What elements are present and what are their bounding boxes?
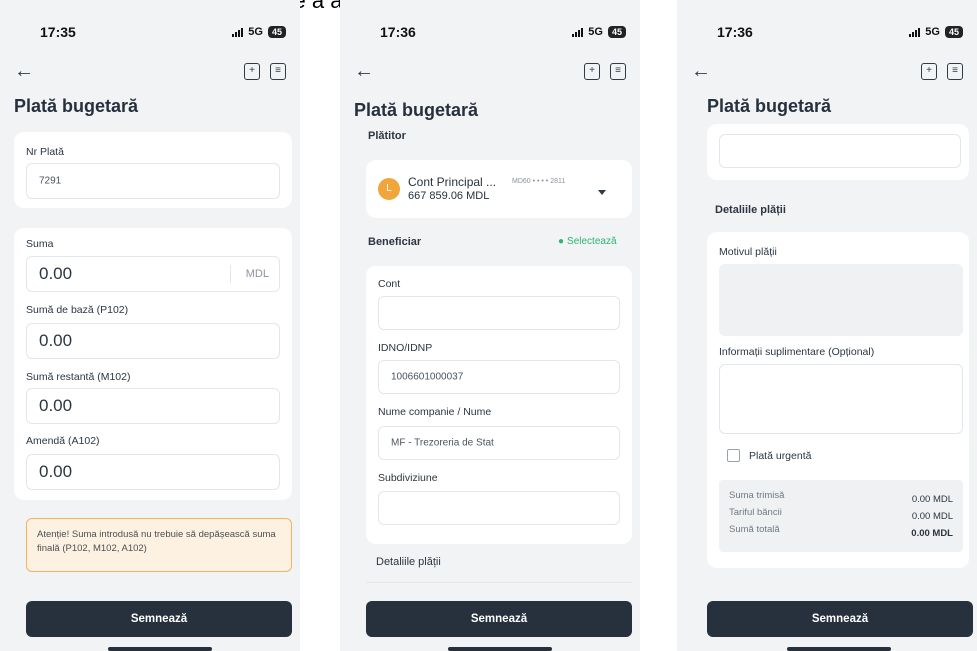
suma-input[interactable]: 0.00 MDL (26, 256, 280, 292)
idno-label: IDNO/IDNP (378, 342, 433, 354)
person-icon: ● (558, 236, 565, 247)
summary-value: 0.00 MDL (911, 528, 953, 539)
summary-label: Tariful băncii (729, 507, 782, 518)
info-label: Informații suplimentare (Opțional) (719, 346, 875, 358)
phone-screen-parties: 17:36 5G 45 ← + ≡ Plată bugetară Plătito… (340, 0, 640, 651)
m102-label: Sumă restantă (M102) (26, 371, 131, 383)
status-time: 17:36 (717, 24, 753, 40)
urgent-label: Plată urgentă (749, 450, 812, 462)
detalii-label: Detaliile plății (376, 556, 441, 568)
status-time: 17:35 (40, 24, 76, 40)
account-name: Cont Principal ... (408, 175, 497, 189)
summary-value: 0.00 MDL (911, 511, 953, 522)
motiv-input[interactable] (719, 264, 963, 336)
summary-value: 0.00 MDL (911, 494, 953, 505)
sign-button[interactable]: Semnează (366, 601, 632, 637)
nr-plata-input[interactable]: 7291 (26, 163, 280, 199)
p102-label: Sumă de bază (P102) (26, 304, 129, 316)
nume-label: Nume companie / Nume (378, 406, 492, 418)
m102-input[interactable]: 0.00 (26, 388, 280, 424)
nume-input[interactable]: MF - Trezoreria de Stat (378, 426, 620, 460)
signal-icon (909, 27, 921, 37)
account-selector[interactable]: L Cont Principal ... MD60 • • • • 2811 6… (366, 160, 632, 218)
suma-value: 0.00 (39, 264, 73, 283)
motiv-label: Motivul plății (719, 246, 777, 258)
status-time: 17:36 (380, 24, 416, 40)
status-bar: 17:36 5G 45 (717, 22, 963, 42)
amounts-card: Suma 0.00 MDL Sumă de bază (P102) 0.00 S… (14, 228, 292, 500)
page-title: Plată bugetară (14, 96, 139, 116)
info-input[interactable] (719, 364, 963, 434)
details-card: Motivul plății Informații suplimentare (… (707, 232, 969, 568)
network-label: 5G (588, 26, 603, 38)
cont-input[interactable] (378, 296, 620, 330)
subdiviziune-label: Subdiviziune (378, 472, 438, 484)
warning-box: Atenție! Suma introdusă nu trebuie să de… (26, 518, 292, 572)
status-bar: 17:36 5G 45 (380, 22, 626, 42)
network-label: 5G (248, 26, 263, 38)
signal-icon (232, 27, 244, 37)
beneficiar-label: Beneficiar (368, 236, 422, 248)
calendar-icon[interactable]: ≡ (610, 62, 626, 80)
calendar-icon[interactable]: ≡ (270, 62, 286, 80)
chevron-down-icon (598, 190, 606, 195)
a102-label: Amendă (A102) (26, 435, 100, 447)
subdiviziune-input[interactable] (378, 491, 620, 525)
select-link-label: Selectează (567, 236, 617, 247)
account-balance: 667 859.06 MDL (408, 190, 490, 202)
beneficiary-card: Cont IDNO/IDNP 1006601000037 Nume compan… (366, 266, 632, 544)
bookmark-add-icon[interactable]: + (244, 62, 260, 80)
previous-field-card (707, 124, 969, 180)
sign-button[interactable]: Semnează (707, 601, 973, 637)
signal-icon (572, 27, 584, 37)
nr-plata-card: Nr Plată 7291 (14, 132, 292, 208)
home-indicator (108, 647, 212, 651)
back-arrow-icon[interactable]: ← (354, 60, 374, 83)
summary-box: Suma trimisă 0.00 MDL Tariful băncii 0.0… (719, 480, 963, 552)
sign-button[interactable]: Semnează (26, 601, 292, 637)
nav-bar: ← + ≡ (14, 58, 286, 84)
back-arrow-icon[interactable]: ← (14, 60, 34, 83)
account-avatar: L (378, 178, 400, 200)
a102-value: 0.00 (39, 462, 73, 481)
nav-bar: ← + ≡ (691, 58, 963, 84)
nume-value: MF - Trezoreria de Stat (391, 437, 494, 449)
bookmark-add-icon[interactable]: + (921, 62, 937, 80)
platitor-label: Plătitor (368, 130, 406, 142)
back-arrow-icon[interactable]: ← (691, 60, 711, 83)
detalii-label: Detaliile plății (715, 204, 786, 216)
previous-field-input[interactable] (719, 134, 961, 168)
nav-bar: ← + ≡ (354, 58, 626, 84)
phone-screen-amounts: 17:35 5G 45 ← + ≡ Plată bugetară Nr Plat… (0, 0, 300, 651)
select-beneficiary-link[interactable]: ● Selectează (558, 236, 617, 247)
m102-value: 0.00 (39, 396, 73, 415)
page-title: Plată bugetară (354, 100, 479, 120)
suma-label: Suma (26, 238, 54, 250)
p102-input[interactable]: 0.00 (26, 323, 280, 359)
home-indicator (787, 647, 891, 651)
page-title: Plată bugetară (707, 96, 832, 116)
phone-screen-details: 17:36 5G 45 ← + ≡ Plată bugetară Detalii… (677, 0, 977, 651)
p102-value: 0.00 (39, 331, 73, 350)
a102-input[interactable]: 0.00 (26, 454, 280, 490)
cont-label: Cont (378, 278, 401, 290)
calendar-icon[interactable]: ≡ (947, 62, 963, 80)
status-bar: 17:35 5G 45 (40, 22, 286, 42)
battery-icon: 45 (267, 26, 286, 38)
account-iban: MD60 • • • • 2811 (512, 178, 566, 185)
battery-icon: 45 (944, 26, 963, 38)
network-label: 5G (925, 26, 940, 38)
idno-value: 1006601000037 (391, 371, 464, 383)
currency-label: MDL (245, 268, 269, 280)
nr-plata-label: Nr Plată (26, 146, 64, 158)
battery-icon: 45 (607, 26, 626, 38)
bookmark-add-icon[interactable]: + (584, 62, 600, 80)
summary-label: Sumă totală (729, 524, 780, 535)
summary-label: Suma trimisă (729, 490, 785, 501)
home-indicator (448, 647, 552, 651)
urgent-checkbox[interactable] (727, 449, 740, 462)
idno-input[interactable]: 1006601000037 (378, 360, 620, 394)
nr-plata-value: 7291 (39, 175, 62, 187)
